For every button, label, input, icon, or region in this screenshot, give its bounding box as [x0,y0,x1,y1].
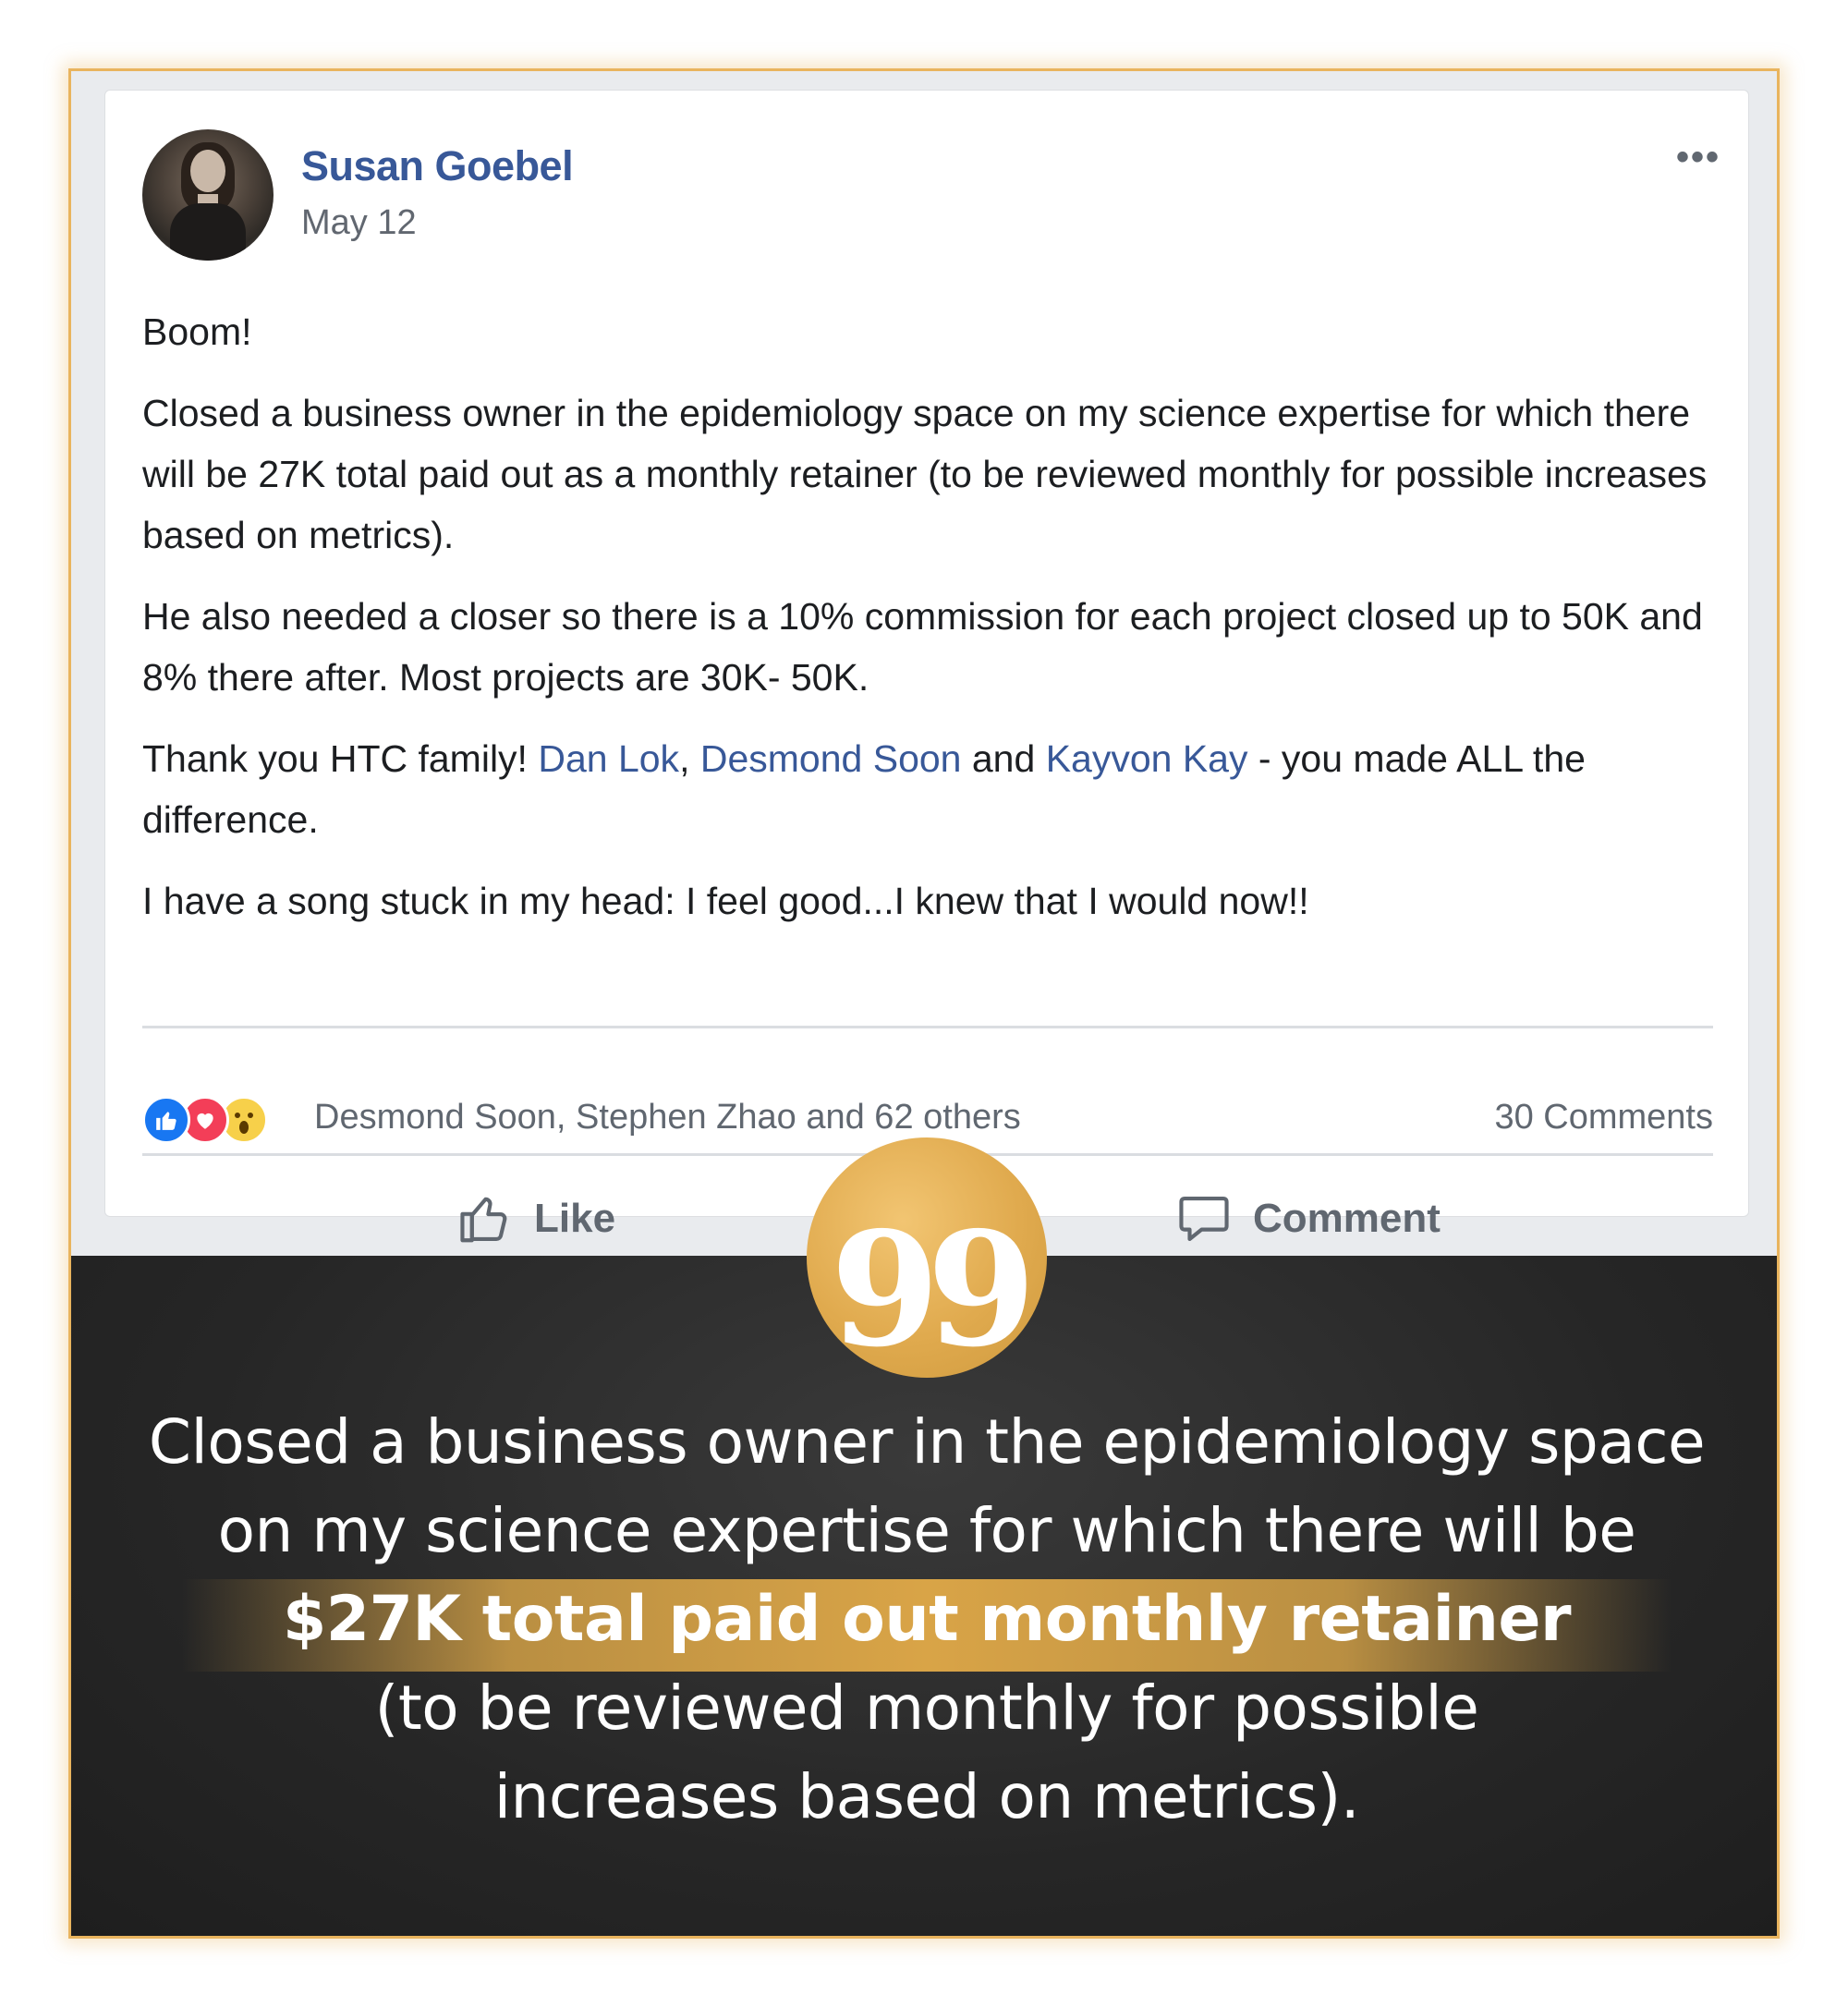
thumbs-up-icon [460,1197,507,1243]
post-author-name[interactable]: Susan Goebel [301,142,574,190]
facebook-post-card: Susan Goebel May 12 ••• Boom! Closed a b… [104,90,1749,1243]
post-body: Boom! Closed a business owner in the epi… [142,301,1732,952]
mention-link-kayvon-kay[interactable]: Kayvon Kay [1046,737,1248,780]
divider [142,1026,1713,1028]
comment-bubble-icon [1179,1196,1229,1242]
post-paragraph: Thank you HTC family! Dan Lok, Desmond S… [142,728,1732,850]
reaction-icons[interactable] [142,1096,309,1148]
quote-highlight-text: $27K total paid out monthly retainer [282,1583,1572,1656]
comments-count[interactable]: 30 Comments [1494,1098,1713,1137]
post-text-span: , [679,737,700,780]
comment-button[interactable]: Comment [1175,1190,1441,1247]
quote-line: Closed a business owner in the epidemiol… [148,1406,1706,1478]
quote-line: (to be reviewed monthly for possible [374,1672,1479,1744]
like-label: Like [534,1196,616,1241]
pull-quote: Closed a business owner in the epidemiol… [71,1398,1777,1842]
quote-highlight: $27K total paid out monthly retainer [71,1575,1777,1672]
post-text-span: and [961,737,1046,780]
post-paragraph: Boom! [142,310,252,353]
post-paragraph: I have a song stuck in my head: I feel g… [142,880,1309,922]
avatar[interactable] [142,129,274,261]
comment-label: Comment [1253,1196,1441,1241]
quote-mark-glyph: 99 [830,1198,1037,1382]
like-button[interactable]: Like [456,1190,615,1247]
mention-link-dan-lok[interactable]: Dan Lok [538,737,679,780]
post-text-span: Thank you HTC family! [142,737,539,780]
more-options-icon[interactable]: ••• [1676,139,1720,176]
mention-link-desmond-soon[interactable]: Desmond Soon [700,737,962,780]
quote-line: increases based on metrics). [493,1761,1360,1832]
quote-line: on my science expertise for which there … [217,1495,1636,1566]
testimonial-frame: Susan Goebel May 12 ••• Boom! Closed a b… [68,68,1780,1939]
like-icon [142,1096,190,1144]
post-date[interactable]: May 12 [301,203,417,243]
quote-mark-icon: 99 [807,1137,1047,1378]
reaction-names[interactable]: Desmond Soon, Stephen Zhao and 62 others [314,1098,1021,1137]
post-paragraph: He also needed a closer so there is a 10… [142,595,1703,699]
post-paragraph: Closed a business owner in the epidemiol… [142,392,1708,556]
